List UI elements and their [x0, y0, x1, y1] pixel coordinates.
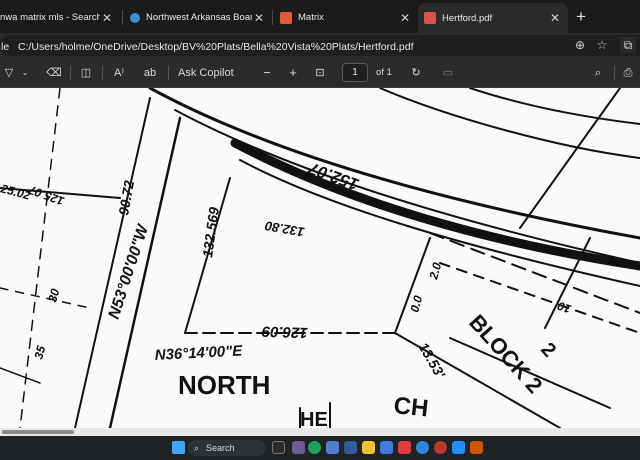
two-page-icon: ▭: [442, 67, 454, 79]
url-prefix: le: [1, 41, 10, 53]
view-icon[interactable]: ◫: [78, 65, 94, 81]
address-bar: le C:/Users/holme/OneDrive/Desktop/BV%20…: [0, 33, 640, 58]
taskbar-search-label: Search: [206, 443, 235, 453]
ask-copilot-button[interactable]: Ask Copilot: [178, 65, 234, 81]
favorite-star-icon[interactable]: ☆: [594, 37, 610, 53]
new-tab-button[interactable]: +: [570, 6, 592, 28]
page-total: of 1: [376, 67, 392, 78]
windows-taskbar: ⌕ Search: [0, 436, 640, 460]
plat-drawing: N53°00'00"W 90.72 132.569 132.80 126.09 …: [0, 88, 640, 428]
pdf-document-view: N53°00'00"W 90.72 132.569 132.80 126.09 …: [0, 88, 640, 428]
task-view-icon[interactable]: [272, 441, 285, 454]
pdf-toolbar: ▽ ⌄ ⌫ ◫ A⁾ ab Ask Copilot − + ⊡ 1 of 1 ↻…: [0, 58, 640, 88]
search-icon: ⌕: [194, 443, 200, 453]
store-icon[interactable]: [380, 441, 393, 454]
chevron-down-icon[interactable]: ⌄: [20, 65, 30, 81]
tab-hertford-pdf[interactable]: Hertford.pdf ✕: [418, 3, 568, 33]
draw-icon[interactable]: ▽: [2, 65, 16, 81]
read-aloud-icon[interactable]: A⁾: [110, 65, 128, 81]
zoom-out-button[interactable]: −: [260, 65, 274, 81]
plat-measure-2502: 25.02: [0, 181, 32, 203]
app-icon-3[interactable]: [416, 441, 429, 454]
pdf-favicon-icon: [424, 12, 436, 24]
tab-matrix[interactable]: Matrix ✕: [274, 4, 418, 31]
scrollbar-thumb[interactable]: [2, 430, 74, 434]
url-text: C:/Users/holme/OneDrive/Desktop/BV%20Pla…: [18, 41, 414, 53]
plat-label-he: HE: [300, 409, 328, 428]
close-icon[interactable]: ✕: [252, 11, 266, 25]
close-icon[interactable]: ✕: [100, 11, 114, 25]
print-icon[interactable]: ⎙: [620, 65, 636, 81]
close-icon[interactable]: ✕: [548, 11, 562, 25]
tab-label: Matrix: [298, 12, 324, 23]
matrix-favicon-icon: [280, 11, 292, 24]
app-icon-4[interactable]: [434, 441, 447, 454]
eraser-icon[interactable]: ⌫: [46, 65, 62, 81]
horizontal-scrollbar[interactable]: [0, 428, 640, 436]
app-icon-2[interactable]: [398, 441, 411, 454]
file-explorer-icon[interactable]: [362, 441, 375, 454]
tab-nwa-search[interactable]: nwa matrix mls - Search ✕: [0, 4, 120, 31]
tab-strip: nwa matrix mls - Search ✕ Northwest Arka…: [0, 0, 640, 33]
close-icon[interactable]: ✕: [398, 11, 412, 25]
tab-label: Northwest Arkansas Board: [146, 12, 252, 23]
edge-icon[interactable]: [308, 441, 321, 454]
collections-icon[interactable]: ⧉: [620, 37, 636, 53]
plat-measure-35: 35: [31, 344, 48, 361]
plat-label-north: NORTH: [178, 370, 270, 400]
url-field[interactable]: le C:/Users/holme/OneDrive/Desktop/BV%20…: [0, 35, 640, 56]
taskbar-search-box[interactable]: ⌕ Search: [188, 440, 266, 456]
mail-icon[interactable]: [326, 441, 339, 454]
tab-label: nwa matrix mls - Search: [0, 12, 100, 23]
plat-measure-12609: 126.09: [261, 322, 308, 341]
plat-measure-13280: 132.80: [263, 218, 306, 240]
plat-label-block-2: BLOCK 2: [464, 310, 547, 398]
windows-start-icon[interactable]: [172, 441, 185, 454]
tab-nwa-board[interactable]: Northwest Arkansas Board ✕: [124, 4, 272, 31]
zoom-in-button[interactable]: +: [286, 65, 300, 81]
app-icon-5[interactable]: [452, 441, 465, 454]
plat-measure-132569: 132.569: [199, 206, 222, 259]
plat-label-ch: CH: [392, 392, 429, 422]
plat-label-lot-2: 2: [536, 339, 560, 362]
plat-measure-9072: 90.72: [115, 179, 137, 216]
nwa-board-favicon-icon: [130, 12, 140, 23]
plat-measure-00: 0.0: [407, 294, 425, 314]
widgets-icon[interactable]: [292, 441, 305, 454]
page-number-input[interactable]: 1: [342, 63, 368, 82]
translate-icon[interactable]: ab: [140, 65, 160, 81]
fit-page-icon[interactable]: ⊡: [312, 65, 328, 81]
zoom-icon[interactable]: ⊕: [572, 37, 588, 53]
rotate-icon[interactable]: ↻: [408, 65, 424, 81]
plat-measure-bearing-n36: N36°14'00"E: [154, 342, 243, 364]
search-icon[interactable]: ⌕: [590, 65, 606, 81]
tab-label: Hertford.pdf: [442, 12, 493, 24]
plat-measure-30: 30: [45, 287, 62, 304]
app-icon-6[interactable]: [470, 441, 483, 454]
app-icon-1[interactable]: [344, 441, 357, 454]
